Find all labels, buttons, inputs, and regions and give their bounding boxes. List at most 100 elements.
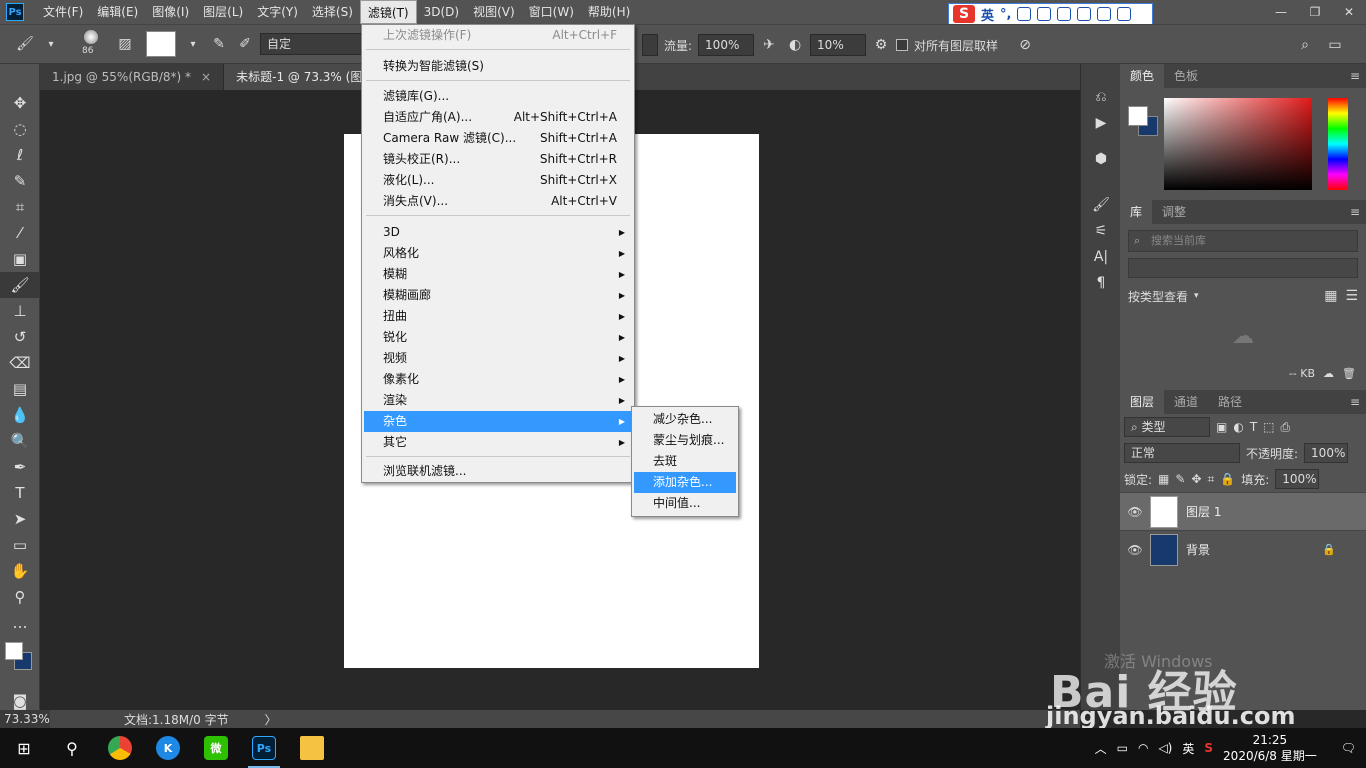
menu-item-camera-raw[interactable]: Camera Raw 滤镜(C)... Shift+Ctrl+A — [364, 128, 632, 149]
stamp-tool-icon[interactable]: ⊥ — [0, 298, 40, 324]
sample-all-layers-checkbox[interactable] — [896, 39, 909, 51]
smoothing-input[interactable]: 10% — [810, 34, 867, 56]
adjustment-filter-icon[interactable]: ◐ — [1233, 420, 1243, 434]
menu-window[interactable]: 窗口(W) — [522, 0, 581, 24]
view-by-type-label[interactable]: 按类型查看 — [1128, 288, 1188, 305]
chevron-down-icon[interactable]: ▾ — [1194, 291, 1199, 301]
panel-menu-icon[interactable]: ≡ — [1350, 69, 1360, 83]
brush-panel-icon[interactable]: 🖌 — [1081, 192, 1121, 218]
menu-item-lens-correction[interactable]: 镜头校正(R)... Shift+Ctrl+R — [364, 149, 632, 170]
path-select-tool-icon[interactable]: ➤ — [0, 506, 40, 532]
grid-view-icon[interactable]: ▦ — [1324, 288, 1337, 304]
taskbar-explorer[interactable] — [288, 728, 336, 768]
picker-foreground-color[interactable] — [1128, 106, 1148, 126]
menu-item-blur[interactable]: 模糊 ▶ — [364, 264, 632, 285]
opacity-input[interactable]: 100% — [1304, 443, 1349, 463]
actions-play-icon[interactable]: ▶ — [1081, 110, 1121, 136]
close-tab-icon[interactable]: × — [201, 70, 211, 84]
color-swatch[interactable] — [146, 31, 176, 57]
wifi-icon[interactable]: ◠ — [1138, 741, 1148, 755]
lock-pixels-icon[interactable]: ▦ — [1158, 472, 1169, 486]
user-icon[interactable] — [1077, 7, 1092, 21]
library-search-input[interactable]: ⌕ 搜索当前库 — [1128, 230, 1358, 252]
trash-icon[interactable]: 🗑 — [1342, 367, 1356, 380]
taskbar-chrome[interactable] — [96, 728, 144, 768]
hand-tool-icon[interactable]: ✋ — [0, 558, 40, 584]
rectangle-tool-icon[interactable]: ▭ — [0, 532, 40, 558]
menu-item-3d[interactable]: 3D ▶ — [364, 222, 632, 243]
submenu-item-despeckle[interactable]: 去斑 — [634, 451, 736, 472]
brush-settings-icon[interactable]: ▨ — [114, 33, 136, 55]
menu-item-sharpen[interactable]: 锐化 ▶ — [364, 327, 632, 348]
emoji-icon[interactable] — [1017, 7, 1032, 21]
submenu-item-median[interactable]: 中间值... — [634, 493, 736, 514]
menu-item-liquify[interactable]: 液化(L)... Shift+Ctrl+X — [364, 170, 632, 191]
visibility-eye-icon[interactable]: 👁 — [1120, 505, 1150, 519]
keyboard-icon[interactable] — [1057, 7, 1072, 21]
panel-menu-icon[interactable]: ≡ — [1350, 395, 1360, 409]
menu-file[interactable]: 文件(F) — [36, 0, 90, 24]
saturation-field[interactable] — [1164, 98, 1312, 190]
menu-item-render[interactable]: 渲染 ▶ — [364, 390, 632, 411]
ime-punctuation[interactable]: °, — [1000, 7, 1011, 22]
menu-item-video[interactable]: 视频 ▶ — [364, 348, 632, 369]
mix-preset-select[interactable]: 自定 — [260, 33, 370, 55]
blend-mode-select[interactable]: 正常 — [1124, 443, 1240, 463]
lock-position-icon[interactable]: ✥ — [1191, 472, 1201, 486]
tab-color[interactable]: 颜色 — [1120, 64, 1165, 88]
sogou-logo-icon[interactable]: S — [953, 5, 975, 23]
tab-swatches[interactable]: 色板 — [1164, 64, 1208, 88]
dry-brush-icon[interactable]: ✎ — [208, 33, 230, 55]
eyedropper-tool-icon[interactable]: ⁄ — [0, 220, 40, 246]
history-icon[interactable]: ⎌ — [1081, 84, 1121, 110]
tab-adjustments[interactable]: 调整 — [1152, 200, 1196, 224]
brush-tool-icon[interactable]: 🖌 — [0, 272, 40, 298]
menu-select[interactable]: 选择(S) — [305, 0, 360, 24]
visibility-eye-icon[interactable]: 👁 — [1120, 543, 1150, 557]
menu-view[interactable]: 视图(V) — [466, 0, 522, 24]
character-icon[interactable]: A| — [1081, 244, 1121, 270]
airbrush-icon[interactable]: ✈ — [758, 34, 780, 56]
notification-icon[interactable]: 🗨 — [1341, 741, 1356, 755]
taskbar-photoshop[interactable]: Ps — [240, 728, 288, 768]
tray-ime-language[interactable]: 英 — [1182, 740, 1194, 757]
menu-type[interactable]: 文字(Y) — [250, 0, 305, 24]
menu-item-last-filter[interactable]: 上次滤镜操作(F) Alt+Ctrl+F — [364, 25, 632, 46]
menu-item-pixelate[interactable]: 像素化 ▶ — [364, 369, 632, 390]
list-view-icon[interactable]: ☰ — [1345, 288, 1358, 304]
sogou-tray-icon[interactable]: S — [1204, 741, 1213, 755]
windows-start-icon[interactable]: ⊞ — [0, 728, 48, 768]
quick-select-tool-icon[interactable]: ✎ — [0, 168, 40, 194]
cloud-sync-icon[interactable]: ☁ — [1323, 367, 1334, 380]
menu-item-convert-smart-filter[interactable]: 转换为智能滤镜(S) — [364, 56, 632, 77]
tab-1jpg[interactable]: 1.jpg @ 55%(RGB/8*) * × — [40, 64, 225, 90]
fill-input[interactable]: 100% — [1275, 469, 1320, 489]
menu-3d[interactable]: 3D(D) — [417, 0, 466, 24]
dodge-tool-icon[interactable]: 🔍 — [0, 428, 40, 454]
tab-layers[interactable]: 图层 — [1120, 390, 1165, 414]
layer-row[interactable]: 👁 图层 1 — [1120, 492, 1366, 530]
image-filter-icon[interactable]: ▣ — [1216, 420, 1227, 434]
minimize-icon[interactable]: — — [1264, 0, 1298, 24]
menu-edit[interactable]: 编辑(E) — [90, 0, 145, 24]
lock-artboard-icon[interactable]: ⌗ — [1208, 472, 1215, 487]
crop-tool-icon[interactable]: ⌗ — [0, 194, 40, 220]
menu-item-browse-online-filters[interactable]: 浏览联机滤镜... — [364, 461, 632, 482]
menu-help[interactable]: 帮助(H) — [581, 0, 637, 24]
history-brush-tool-icon[interactable]: ↺ — [0, 324, 40, 350]
menu-item-stylize[interactable]: 风格化 ▶ — [364, 243, 632, 264]
close-icon[interactable]: ✕ — [1332, 0, 1366, 24]
foreground-color-swatch[interactable] — [5, 642, 23, 660]
panel-menu-icon[interactable]: ≡ — [1350, 205, 1360, 219]
layer-filter-select[interactable]: ⌕ 类型 — [1124, 417, 1210, 437]
zoom-tool-icon[interactable]: ⚲ — [0, 584, 40, 610]
move-tool-icon[interactable]: ✥ — [0, 90, 40, 116]
menu-item-filter-gallery[interactable]: 滤镜库(G)... — [364, 86, 632, 107]
clock[interactable]: 21:25 2020/6/8 星期一 — [1223, 732, 1317, 764]
flow-input[interactable]: 100% — [698, 34, 755, 56]
menu-item-vanishing-point[interactable]: 消失点(V)... Alt+Ctrl+V — [364, 191, 632, 212]
workspace-icon[interactable]: ▭ — [1324, 34, 1346, 56]
menu-filter[interactable]: 滤镜(T) — [359, 0, 417, 24]
color-swatches[interactable] — [0, 636, 39, 688]
blur-tool-icon[interactable]: 💧 — [0, 402, 40, 428]
